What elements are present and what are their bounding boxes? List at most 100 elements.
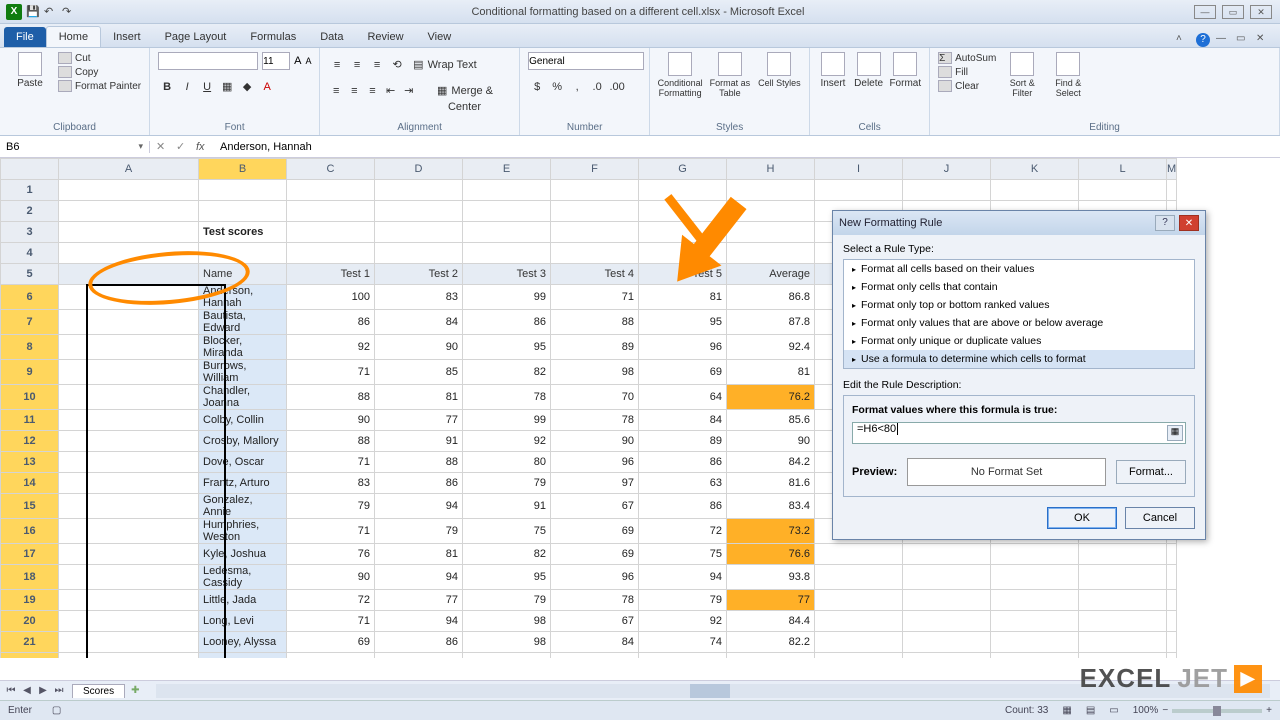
bold-button[interactable]: B bbox=[158, 78, 176, 96]
align-right-icon[interactable]: ≡ bbox=[364, 82, 380, 100]
col-header-F[interactable]: F bbox=[551, 159, 639, 180]
cell[interactable]: 82.2 bbox=[727, 632, 815, 653]
tab-review[interactable]: Review bbox=[355, 27, 415, 47]
align-top-icon[interactable]: ≡ bbox=[328, 56, 346, 74]
cell[interactable]: Frantz, Arturo bbox=[199, 473, 287, 494]
cell[interactable]: Chandler, Joanna bbox=[199, 385, 287, 410]
rule-type-list[interactable]: ▸Format all cells based on their values ▸… bbox=[843, 259, 1195, 369]
cell[interactable]: 81 bbox=[375, 385, 463, 410]
cell[interactable]: 84 bbox=[639, 410, 727, 431]
tab-view[interactable]: View bbox=[416, 27, 464, 47]
enter-icon[interactable]: ✓ bbox=[176, 140, 190, 153]
cell[interactable]: 98 bbox=[551, 360, 639, 385]
cell[interactable]: 77 bbox=[727, 590, 815, 611]
cell[interactable]: 83 bbox=[287, 473, 375, 494]
row-header[interactable]: 9 bbox=[1, 360, 59, 385]
row-header[interactable]: 2 bbox=[1, 201, 59, 222]
cell[interactable]: 94 bbox=[375, 494, 463, 519]
close-button[interactable]: ✕ bbox=[1250, 5, 1272, 19]
fill-button[interactable]: Fill bbox=[938, 66, 996, 78]
select-all-corner[interactable] bbox=[1, 159, 59, 180]
row-header[interactable]: 19 bbox=[1, 590, 59, 611]
row-header[interactable]: 17 bbox=[1, 544, 59, 565]
view-layout-icon[interactable]: ▤ bbox=[1086, 705, 1095, 716]
align-left-icon[interactable]: ≡ bbox=[328, 82, 344, 100]
cell[interactable]: 76 bbox=[287, 544, 375, 565]
cell[interactable] bbox=[59, 264, 199, 285]
rule-type-option[interactable]: ▸Use a formula to determine which cells … bbox=[844, 350, 1194, 368]
tab-page-layout[interactable]: Page Layout bbox=[153, 27, 239, 47]
font-name-select[interactable] bbox=[158, 52, 258, 70]
grow-font-icon[interactable]: A bbox=[294, 55, 301, 67]
cell[interactable]: 63 bbox=[639, 473, 727, 494]
underline-button[interactable]: U bbox=[198, 78, 216, 96]
cell[interactable]: 77 bbox=[375, 590, 463, 611]
cell[interactable]: Name bbox=[199, 264, 287, 285]
cell[interactable]: 84.4 bbox=[727, 611, 815, 632]
cell[interactable]: 67 bbox=[551, 494, 639, 519]
cell[interactable]: 88 bbox=[375, 452, 463, 473]
cell[interactable]: 86 bbox=[463, 310, 551, 335]
format-button[interactable]: Format... bbox=[1116, 460, 1186, 484]
cell[interactable]: Kyle, Joshua bbox=[199, 544, 287, 565]
cell[interactable] bbox=[59, 632, 199, 653]
cell[interactable]: 81.6 bbox=[727, 473, 815, 494]
col-header-D[interactable]: D bbox=[375, 159, 463, 180]
tab-file[interactable]: File bbox=[4, 27, 46, 47]
col-header-H[interactable]: H bbox=[727, 159, 815, 180]
merge-center-button[interactable]: ▦ Merge & Center bbox=[419, 82, 511, 100]
cell[interactable]: Test 3 bbox=[463, 264, 551, 285]
cell[interactable]: 84.2 bbox=[727, 452, 815, 473]
tab-formulas[interactable]: Formulas bbox=[238, 27, 308, 47]
conditional-formatting-button[interactable]: Conditional Formatting bbox=[658, 52, 702, 98]
percent-icon[interactable]: % bbox=[548, 78, 566, 96]
cell[interactable]: 94 bbox=[375, 611, 463, 632]
col-header-J[interactable]: J bbox=[903, 159, 991, 180]
cell[interactable]: 86 bbox=[639, 494, 727, 519]
cell[interactable]: Test 1 bbox=[287, 264, 375, 285]
range-selector-icon[interactable]: ▦ bbox=[1167, 425, 1183, 441]
insert-cells-button[interactable]: Insert bbox=[818, 52, 848, 89]
cell[interactable]: Long, Levi bbox=[199, 611, 287, 632]
cell[interactable]: 86 bbox=[375, 632, 463, 653]
orientation-icon[interactable]: ⟲ bbox=[388, 56, 406, 74]
col-header-M[interactable]: M bbox=[1167, 159, 1177, 180]
cell[interactable] bbox=[59, 285, 199, 310]
cell[interactable] bbox=[59, 222, 199, 243]
row-header[interactable]: 15 bbox=[1, 494, 59, 519]
cell[interactable]: 71 bbox=[287, 519, 375, 544]
fx-icon[interactable]: fx bbox=[196, 141, 214, 153]
paste-button[interactable]: Paste bbox=[8, 52, 52, 89]
cell[interactable] bbox=[59, 201, 199, 222]
name-box[interactable]: B6▾ bbox=[0, 141, 150, 153]
save-icon[interactable]: 💾 bbox=[26, 5, 40, 19]
col-header-I[interactable]: I bbox=[815, 159, 903, 180]
cancel-button[interactable]: Cancel bbox=[1125, 507, 1195, 529]
indent-dec-icon[interactable]: ⇤ bbox=[383, 82, 399, 100]
currency-icon[interactable]: $ bbox=[528, 78, 546, 96]
cell[interactable]: 85.6 bbox=[727, 410, 815, 431]
rule-type-option[interactable]: ▸Format all cells based on their values bbox=[844, 260, 1194, 278]
find-select-button[interactable]: Find & Select bbox=[1048, 52, 1088, 98]
cell[interactable]: 92 bbox=[463, 431, 551, 452]
format-cells-button[interactable]: Format bbox=[889, 52, 921, 89]
maximize-button[interactable]: ▭ bbox=[1222, 5, 1244, 19]
first-sheet-icon[interactable]: ⏮ bbox=[4, 685, 18, 696]
minimize-ribbon-icon[interactable]: ˄ bbox=[1176, 33, 1190, 47]
cell[interactable]: 92.4 bbox=[727, 335, 815, 360]
dialog-titlebar[interactable]: New Formatting Rule ?✕ bbox=[833, 211, 1205, 235]
format-painter-button[interactable]: Format Painter bbox=[58, 80, 141, 92]
cell[interactable]: 87.8 bbox=[727, 310, 815, 335]
cell[interactable] bbox=[59, 410, 199, 431]
row-header[interactable]: 13 bbox=[1, 452, 59, 473]
cell[interactable]: 80 bbox=[463, 452, 551, 473]
font-size-select[interactable] bbox=[262, 52, 290, 70]
shrink-font-icon[interactable]: A bbox=[305, 56, 311, 66]
col-header-K[interactable]: K bbox=[991, 159, 1079, 180]
cell[interactable]: 79 bbox=[463, 473, 551, 494]
cell[interactable]: 72 bbox=[639, 519, 727, 544]
cell[interactable] bbox=[59, 385, 199, 410]
font-color-button[interactable]: A bbox=[258, 78, 276, 96]
cell[interactable]: Lumpkin, Collin bbox=[199, 653, 287, 659]
cell[interactable]: 95 bbox=[639, 310, 727, 335]
